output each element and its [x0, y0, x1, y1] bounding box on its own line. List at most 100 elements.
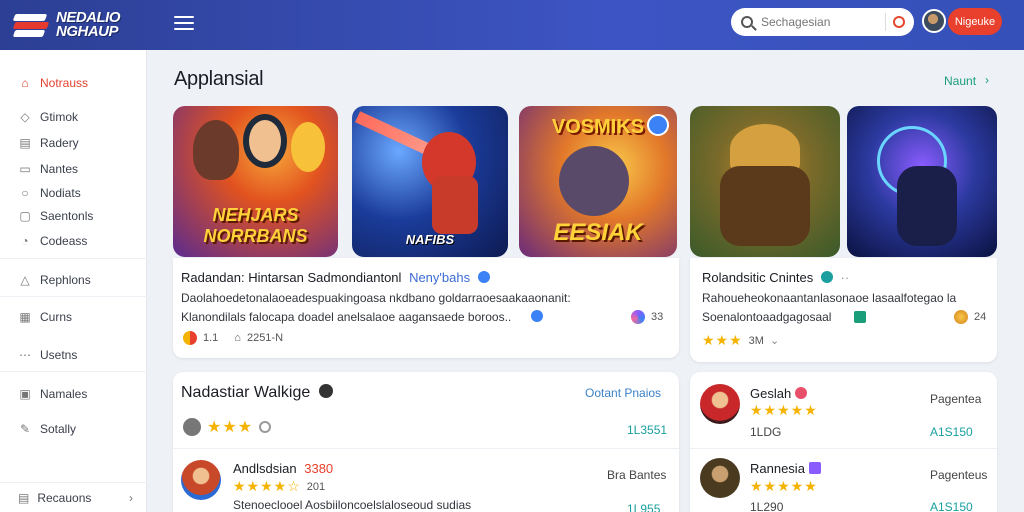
card-rating: ★★★ 3M ⌄	[702, 332, 780, 348]
menu-icon[interactable]	[174, 16, 194, 30]
featured-card-1[interactable]: Radandan: Hintarsan Sadmondiantonl Neny'…	[173, 258, 679, 358]
card-title: Rolandsitic Cnintes	[702, 270, 814, 285]
sidebar-item-10[interactable]: ▣ Namales	[0, 383, 147, 405]
sidebar-item-5[interactable]: ▢ Saentonls	[0, 205, 147, 227]
page-title: Applansial	[174, 68, 264, 90]
verified-icon	[820, 271, 833, 283]
entry-rating: ★★★★☆ 201	[233, 478, 326, 494]
grid-small-icon: ▣	[19, 387, 31, 401]
tile-banner: NEHJARS NORRBANS	[203, 205, 308, 246]
sidebar-footer[interactable]: ▤ Recauons ›	[0, 482, 147, 512]
game-tile-2[interactable]: NAFIBS	[352, 106, 508, 257]
badge-icon	[808, 462, 821, 474]
game-tile-1[interactable]: NEHJARS NORRBANS	[173, 106, 338, 257]
header-action-button[interactable]: Nigeuke	[948, 8, 1002, 35]
sidebar-item-11[interactable]: ✎ Sotally	[0, 418, 147, 440]
card-tag: Neny'bahs	[409, 270, 471, 285]
featured-card-2[interactable]: Rolandsitic Cnintes ·· Rahoueheokonaanta…	[690, 258, 997, 362]
rating-stars: ★★★★★	[750, 402, 818, 418]
coin-icon	[954, 310, 968, 324]
sidebar-item-1[interactable]: ◇ Gtimok	[0, 106, 147, 128]
logo-line-2: NGHAUP	[56, 23, 119, 40]
rating-stars: ★★★★☆	[233, 478, 301, 494]
pencil-icon: ✎	[19, 422, 31, 436]
card-title: Radandan: Hintarsan Sadmondiantonl	[181, 270, 402, 285]
circle-icon: ○	[21, 186, 29, 200]
sidebar-item-8[interactable]: ▦ Curns	[0, 306, 147, 328]
avatar[interactable]	[922, 9, 946, 33]
sidebar-item-6[interactable]: ◔ Codeass	[0, 230, 147, 252]
tile-banner: EESIAK	[553, 219, 643, 246]
game-tile-5[interactable]	[847, 106, 997, 257]
clock-icon: ◔	[21, 234, 29, 248]
more-icon[interactable]: ··	[841, 270, 850, 285]
card-meta: 1.1 ⌂ 2251-N	[183, 331, 283, 345]
entry-sub: 1L290	[750, 500, 784, 512]
list-rating: ★★★	[183, 417, 272, 437]
list-card-right: Geslah ★★★★★ Pagentea 1LDG A1S150 Rannes…	[690, 372, 997, 512]
badge-icon	[854, 311, 866, 323]
rating-stars: ★★★★★	[750, 478, 818, 494]
avatar[interactable]	[181, 460, 221, 500]
info-icon	[183, 418, 201, 436]
avatar[interactable]	[700, 458, 740, 498]
sidebar-item-0[interactable]: ⌂ Notrauss	[0, 72, 147, 94]
logo[interactable]: NEDALIO NGHAUP	[12, 6, 144, 44]
see-all-link[interactable]: Naunt	[944, 74, 976, 88]
triangle-icon: △	[20, 273, 30, 287]
list-link[interactable]: Ootant Pnaios	[585, 386, 661, 400]
card-desc-2: Klanondilals falocapa doadel anelsalaoe …	[181, 310, 512, 324]
sidebar: ⌂ Notrauss ◇ Gtimok ▤ Radery ▭ Nantes ○ Nodia…	[0, 50, 147, 512]
shield-icon: ◇	[20, 110, 30, 124]
pie-icon	[183, 331, 197, 345]
sidebar-item-7[interactable]: △ Rephlons	[0, 269, 147, 291]
rating-stars: ★★★	[702, 332, 743, 348]
chevron-right-icon[interactable]: ›	[985, 73, 989, 87]
card-count: 24	[954, 310, 986, 324]
shield-icon	[318, 384, 333, 398]
sidebar-item-2[interactable]: ▤ Radery	[0, 132, 147, 154]
card-desc-1: Daolahoedetonalaoeadespuakingoasa nkdban…	[181, 291, 571, 305]
avatar[interactable]	[700, 384, 740, 424]
rating-stars: ★★★	[207, 419, 254, 436]
sidebar-item-3[interactable]: ▭ Nantes	[0, 158, 147, 180]
clear-icon[interactable]	[893, 16, 905, 28]
entry-desc: Stenoeclooel Aosbiiloncoelslaloseoud sud…	[233, 498, 472, 512]
list-card-left: Nadastiar Walkige Ootant Pnaios ★★★ 1L35…	[173, 372, 679, 512]
entry-right: Bra Bantes	[607, 468, 667, 482]
entry-name: Andlsdsian	[233, 461, 297, 476]
list-value: 1L3551	[627, 423, 668, 437]
entry-value: 1L955	[627, 502, 661, 512]
bookmark-icon: ▢	[19, 209, 31, 223]
entry-name: Rannesia	[750, 461, 805, 476]
sidebar-item-9[interactable]: ⋯ Usetns	[0, 344, 147, 366]
search-bar	[731, 8, 914, 36]
grid-icon: ▤	[18, 490, 30, 505]
verified-icon	[477, 271, 490, 283]
entry-name: Geslah	[750, 386, 792, 401]
entry-value: A1S150	[930, 500, 973, 512]
sidebar-item-4[interactable]: ○ Nodiats	[0, 182, 147, 204]
image-icon: ▦	[19, 310, 31, 324]
dots-icon: ⋯	[19, 348, 31, 362]
tile-banner: NAFIBS	[405, 232, 455, 247]
entry-sub: 1LDG	[750, 425, 782, 439]
badge-icon	[794, 387, 807, 399]
game-tile-4[interactable]	[690, 106, 840, 257]
entry-price: 3380	[304, 461, 334, 476]
top-bar: NEDALIO NGHAUP Nigeuke	[0, 0, 1024, 50]
chevron-right-icon: ›	[129, 490, 133, 505]
flag-icon	[12, 12, 50, 38]
entry-value: A1S150	[930, 425, 973, 439]
verified-icon	[531, 310, 543, 322]
game-tile-3[interactable]: VOSMIKS EESIAK	[519, 106, 677, 257]
grid-icon: ▤	[19, 136, 31, 150]
search-icon	[741, 16, 753, 28]
card-desc-1: Rahoueheokonaantanlasonaoe lasaalfotegao…	[702, 291, 957, 305]
chevron-down-icon[interactable]: ⌄	[770, 334, 779, 347]
coin-icon	[631, 310, 645, 324]
card-count: 33	[631, 310, 663, 324]
search-input[interactable]	[761, 15, 881, 29]
entry-label: Pagentea	[930, 392, 982, 406]
tag-icon: ⌂	[234, 332, 241, 344]
